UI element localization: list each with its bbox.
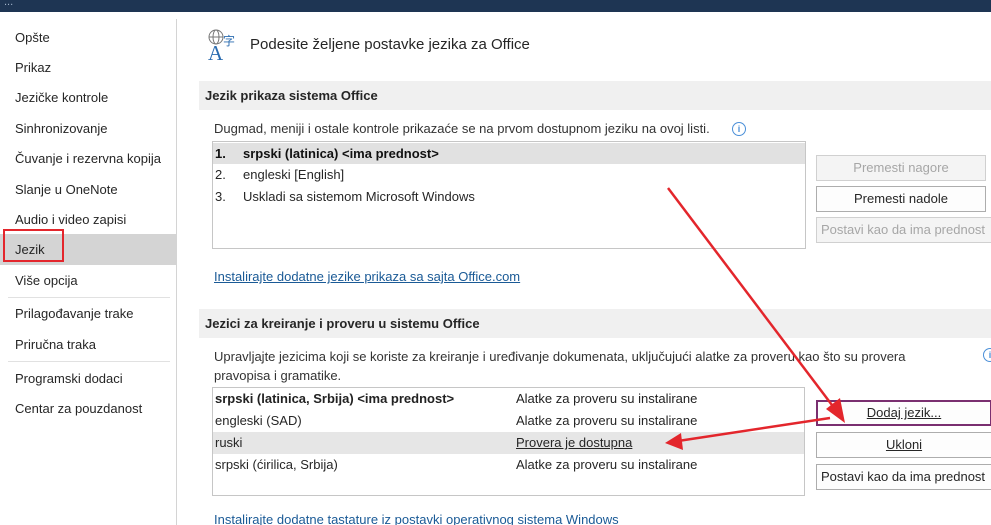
- nav-item-customize-ribbon[interactable]: Prilagođavanje trake: [0, 298, 176, 329]
- install-keyboards-link[interactable]: Instalirajte dodatne tastature iz postav…: [214, 514, 619, 525]
- move-up-button[interactable]: Premesti nagore: [816, 155, 986, 181]
- authoring-language-list[interactable]: srpski (latinica, Srbija) <ima prednost>…: [212, 387, 805, 496]
- move-down-button[interactable]: Premesti nadole: [816, 186, 986, 212]
- nav-item-trust-center[interactable]: Centar za pouzdanost: [0, 393, 176, 424]
- proofing-available-link[interactable]: Provera je dostupna: [516, 432, 632, 454]
- nav-item-sync[interactable]: Sinhronizovanje: [0, 113, 176, 144]
- display-language-list[interactable]: 1. srpski (latinica) <ima prednost> 2. e…: [212, 141, 806, 249]
- install-display-languages-link[interactable]: Instalirajte dodatne jezike prikaza sa s…: [214, 269, 520, 284]
- info-icon[interactable]: i: [983, 348, 991, 362]
- table-row[interactable]: srpski (latinica, Srbija) <ima prednost>…: [213, 388, 804, 410]
- display-language-heading: Jezik prikaza sistema Office: [199, 81, 991, 110]
- title-bar: ...: [0, 0, 991, 12]
- nav-item-display[interactable]: Prikaz: [0, 52, 176, 83]
- page-title: Podesite željene postavke jezika za Offi…: [250, 36, 530, 53]
- svg-text:字: 字: [223, 33, 235, 48]
- language-icon: A 字: [208, 29, 235, 62]
- nav-item-add-ins[interactable]: Programski dodaci: [0, 363, 176, 394]
- authoring-language-heading: Jezici za kreiranje i proveru u sistemu …: [199, 309, 991, 338]
- remove-language-button[interactable]: Ukloni: [816, 432, 991, 458]
- nav-item-quick-access[interactable]: Priručna traka: [0, 329, 176, 360]
- options-nav: Opšte Prikaz Jezičke kontrole Sinhronizo…: [0, 19, 177, 525]
- set-display-preferred-button[interactable]: Postavi kao da ima prednost: [816, 217, 991, 243]
- highlight-box-language: [3, 229, 64, 262]
- authoring-description-line2: pravopisa i gramatike.: [214, 368, 342, 383]
- nav-divider: [8, 361, 170, 362]
- svg-text:A: A: [208, 41, 224, 62]
- table-row[interactable]: ruski Provera je dostupna: [213, 432, 804, 454]
- nav-item-save-backup[interactable]: Čuvanje i rezervna kopija: [0, 143, 176, 174]
- nav-item-more-options[interactable]: Više opcija: [0, 265, 176, 296]
- table-row[interactable]: srpski (ćirilica, Srbija) Alatke za prov…: [213, 454, 804, 476]
- nav-item-general[interactable]: Opšte: [0, 22, 176, 53]
- nav-item-proofing[interactable]: Jezičke kontrole: [0, 82, 176, 113]
- set-authoring-preferred-button[interactable]: Postavi kao da ima prednost: [816, 464, 991, 490]
- table-row[interactable]: engleski (SAD) Alatke za proveru su inst…: [213, 410, 804, 432]
- authoring-description-line1: Upravljajte jezicima koji se koriste za …: [214, 349, 906, 364]
- list-item[interactable]: 1. srpski (latinica) <ima prednost>: [213, 143, 805, 164]
- add-language-button[interactable]: Dodaj jezik...: [816, 400, 991, 426]
- info-icon[interactable]: i: [732, 122, 746, 136]
- title-bar-text: ...: [4, 0, 14, 8]
- display-language-description: Dugmad, meniji i ostale kontrole prikaza…: [214, 121, 710, 136]
- nav-item-send-onenote[interactable]: Slanje u OneNote: [0, 174, 176, 205]
